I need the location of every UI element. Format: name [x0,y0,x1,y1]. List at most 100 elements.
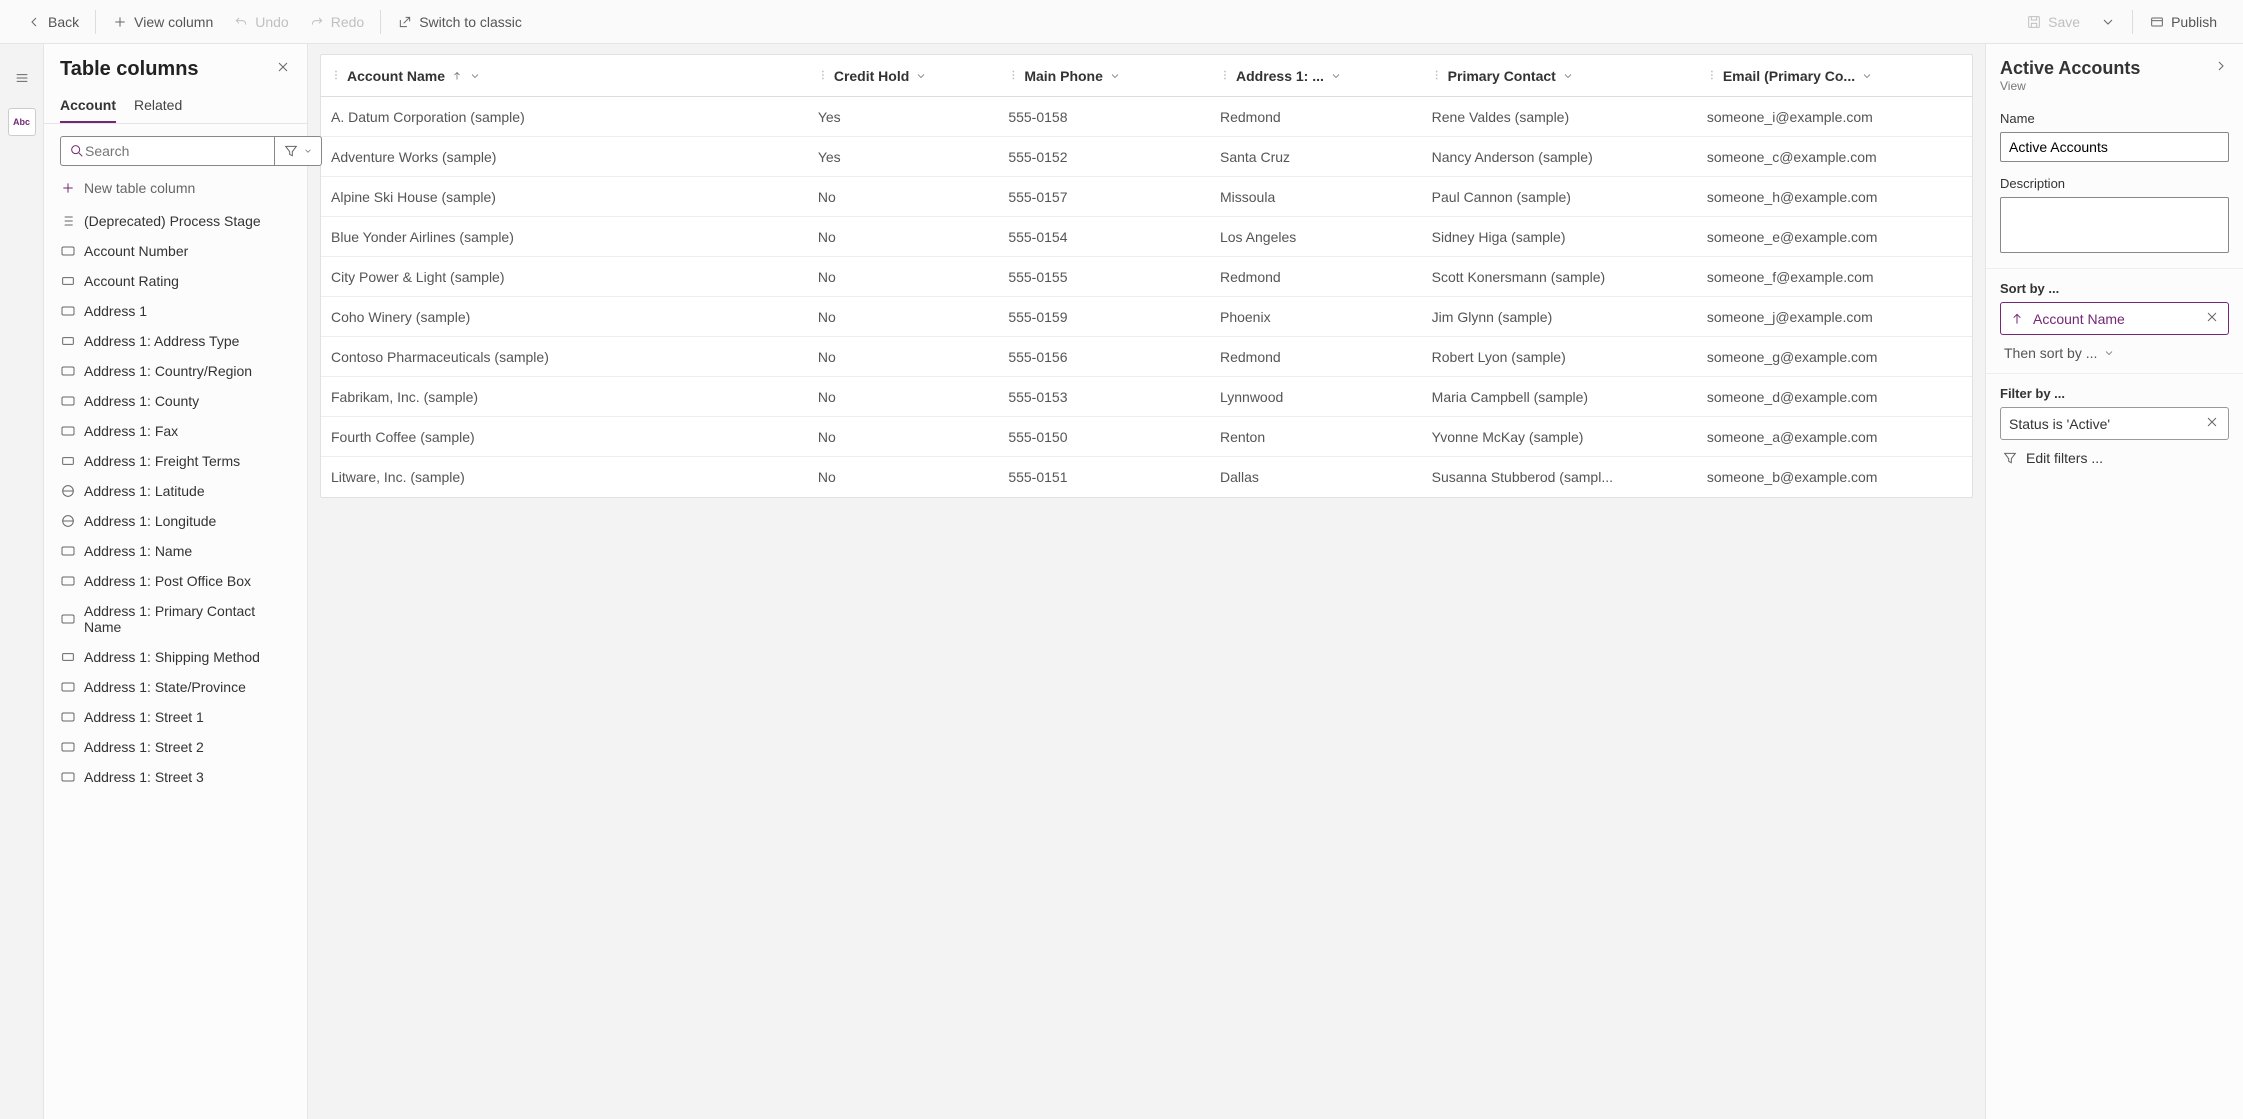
cell-addr: Redmond [1210,109,1422,125]
column-item[interactable]: Account Rating [44,266,307,296]
sort-chip-label: Account Name [2033,311,2125,327]
column-item[interactable]: Address 1: Street 3 [44,762,307,792]
cell-name: Adventure Works (sample) [321,149,808,165]
filter-chip-label: Status is 'Active' [2009,416,2110,432]
table-row[interactable]: Blue Yonder Airlines (sample)No555-0154L… [321,217,1972,257]
cell-credit: No [808,469,999,485]
column-item[interactable]: Address 1: Street 1 [44,702,307,732]
column-item[interactable]: Address 1: Address Type [44,326,307,356]
table-row[interactable]: Contoso Pharmaceuticals (sample)No555-01… [321,337,1972,377]
cell-credit: Yes [808,149,999,165]
publish-button[interactable]: Publish [2139,10,2227,34]
save-button: Save [2016,10,2090,34]
cell-name: Fabrikam, Inc. (sample) [321,389,808,405]
sort-chip[interactable]: Account Name [2000,302,2229,335]
column-label: Address 1: Latitude [84,483,205,499]
cell-name: Blue Yonder Airlines (sample) [321,229,808,245]
remove-sort-button[interactable] [2204,309,2220,328]
text-icon [60,573,76,589]
col-header-email[interactable]: ⋮ Email (Primary Co... [1697,68,1972,84]
search-input[interactable] [85,143,266,159]
column-item[interactable]: Address 1: Country/Region [44,356,307,386]
close-panel-button[interactable] [275,59,291,80]
sort-by-label: Sort by ... [2000,281,2229,296]
properties-panel: Active Accounts View Name Description So… [1985,44,2243,1119]
chevron-down-icon [1861,70,1873,82]
table-row[interactable]: Alpine Ski House (sample)No555-0157Misso… [321,177,1972,217]
cell-email: someone_j@example.com [1697,309,1972,325]
column-item[interactable]: Address 1: State/Province [44,672,307,702]
cell-addr: Renton [1210,429,1422,445]
col-header-label: Main Phone [1024,68,1103,84]
then-sort-button[interactable]: Then sort by ... [2000,335,2229,361]
save-dropdown[interactable] [2090,10,2126,34]
col-header-primary-contact[interactable]: ⋮ Primary Contact [1422,68,1697,84]
column-label: Address 1 [84,303,147,319]
chevron-down-icon [1562,70,1574,82]
columns-rail-button[interactable]: Abc [8,108,36,136]
filter-chip[interactable]: Status is 'Active' [2000,407,2229,440]
name-input[interactable] [2000,132,2229,162]
edit-filters-button[interactable]: Edit filters ... [2000,440,2229,466]
filter-by-label: Filter by ... [2000,386,2229,401]
column-label: Address 1: State/Province [84,679,246,695]
cell-email: someone_c@example.com [1697,149,1972,165]
cell-contact: Yvonne McKay (sample) [1422,429,1697,445]
col-header-address1[interactable]: ⋮ Address 1: ... [1210,68,1422,84]
column-item[interactable]: Address 1: Post Office Box [44,566,307,596]
cell-phone: 555-0154 [998,229,1210,245]
table-row[interactable]: Adventure Works (sample)Yes555-0152Santa… [321,137,1972,177]
table-row[interactable]: Litware, Inc. (sample)No555-0151DallasSu… [321,457,1972,497]
column-item[interactable]: (Deprecated) Process Stage [44,206,307,236]
col-header-label: Credit Hold [834,68,909,84]
cell-credit: No [808,309,999,325]
column-item[interactable]: Address 1: Latitude [44,476,307,506]
back-button[interactable]: Back [16,10,89,34]
name-label: Name [2000,111,2229,126]
expand-panel-button[interactable] [2213,58,2229,77]
col-header-label: Primary Contact [1448,68,1556,84]
table-row[interactable]: Coho Winery (sample)No555-0159PhoenixJim… [321,297,1972,337]
column-item[interactable]: Address 1: Fax [44,416,307,446]
tab-related[interactable]: Related [134,89,182,123]
hamburger-button[interactable] [8,64,36,92]
separator [2132,10,2133,34]
cell-phone: 555-0150 [998,429,1210,445]
description-textarea[interactable] [2000,197,2229,253]
cell-name: Fourth Coffee (sample) [321,429,808,445]
new-column-button[interactable]: New table column [44,174,307,206]
column-item[interactable]: Address 1: Shipping Method [44,642,307,672]
switch-classic-button[interactable]: Switch to classic [387,10,532,34]
column-label: Address 1: Street 1 [84,709,204,725]
col-header-credit-hold[interactable]: ⋮ Credit Hold [808,68,999,84]
column-item[interactable]: Address 1: Name [44,536,307,566]
col-header-account-name[interactable]: ⋮ Account Name [321,68,808,84]
remove-filter-button[interactable] [2204,414,2220,433]
cell-credit: No [808,229,999,245]
redo-label: Redo [331,14,364,30]
cell-phone: 555-0157 [998,189,1210,205]
column-label: Account Rating [84,273,179,289]
table-row[interactable]: Fourth Coffee (sample)No555-0150RentonYv… [321,417,1972,457]
chevron-down-icon [915,70,927,82]
cell-phone: 555-0158 [998,109,1210,125]
cell-email: someone_b@example.com [1697,469,1972,485]
table-row[interactable]: A. Datum Corporation (sample)Yes555-0158… [321,97,1972,137]
filter-button[interactable] [275,136,322,166]
column-item[interactable]: Account Number [44,236,307,266]
tab-account[interactable]: Account [60,89,116,123]
cell-phone: 555-0153 [998,389,1210,405]
column-item[interactable]: Address 1: Longitude [44,506,307,536]
column-item[interactable]: Address 1: County [44,386,307,416]
table-row[interactable]: Fabrikam, Inc. (sample)No555-0153Lynnwoo… [321,377,1972,417]
column-item[interactable]: Address 1: Primary Contact Name [44,596,307,642]
col-header-main-phone[interactable]: ⋮ Main Phone [998,68,1210,84]
column-item[interactable]: Address 1 [44,296,307,326]
cell-phone: 555-0159 [998,309,1210,325]
view-column-button[interactable]: View column [102,10,223,34]
view-title: Active Accounts [2000,58,2140,79]
column-label: Address 1: Post Office Box [84,573,251,589]
column-item[interactable]: Address 1: Street 2 [44,732,307,762]
table-row[interactable]: City Power & Light (sample)No555-0155Red… [321,257,1972,297]
column-item[interactable]: Address 1: Freight Terms [44,446,307,476]
